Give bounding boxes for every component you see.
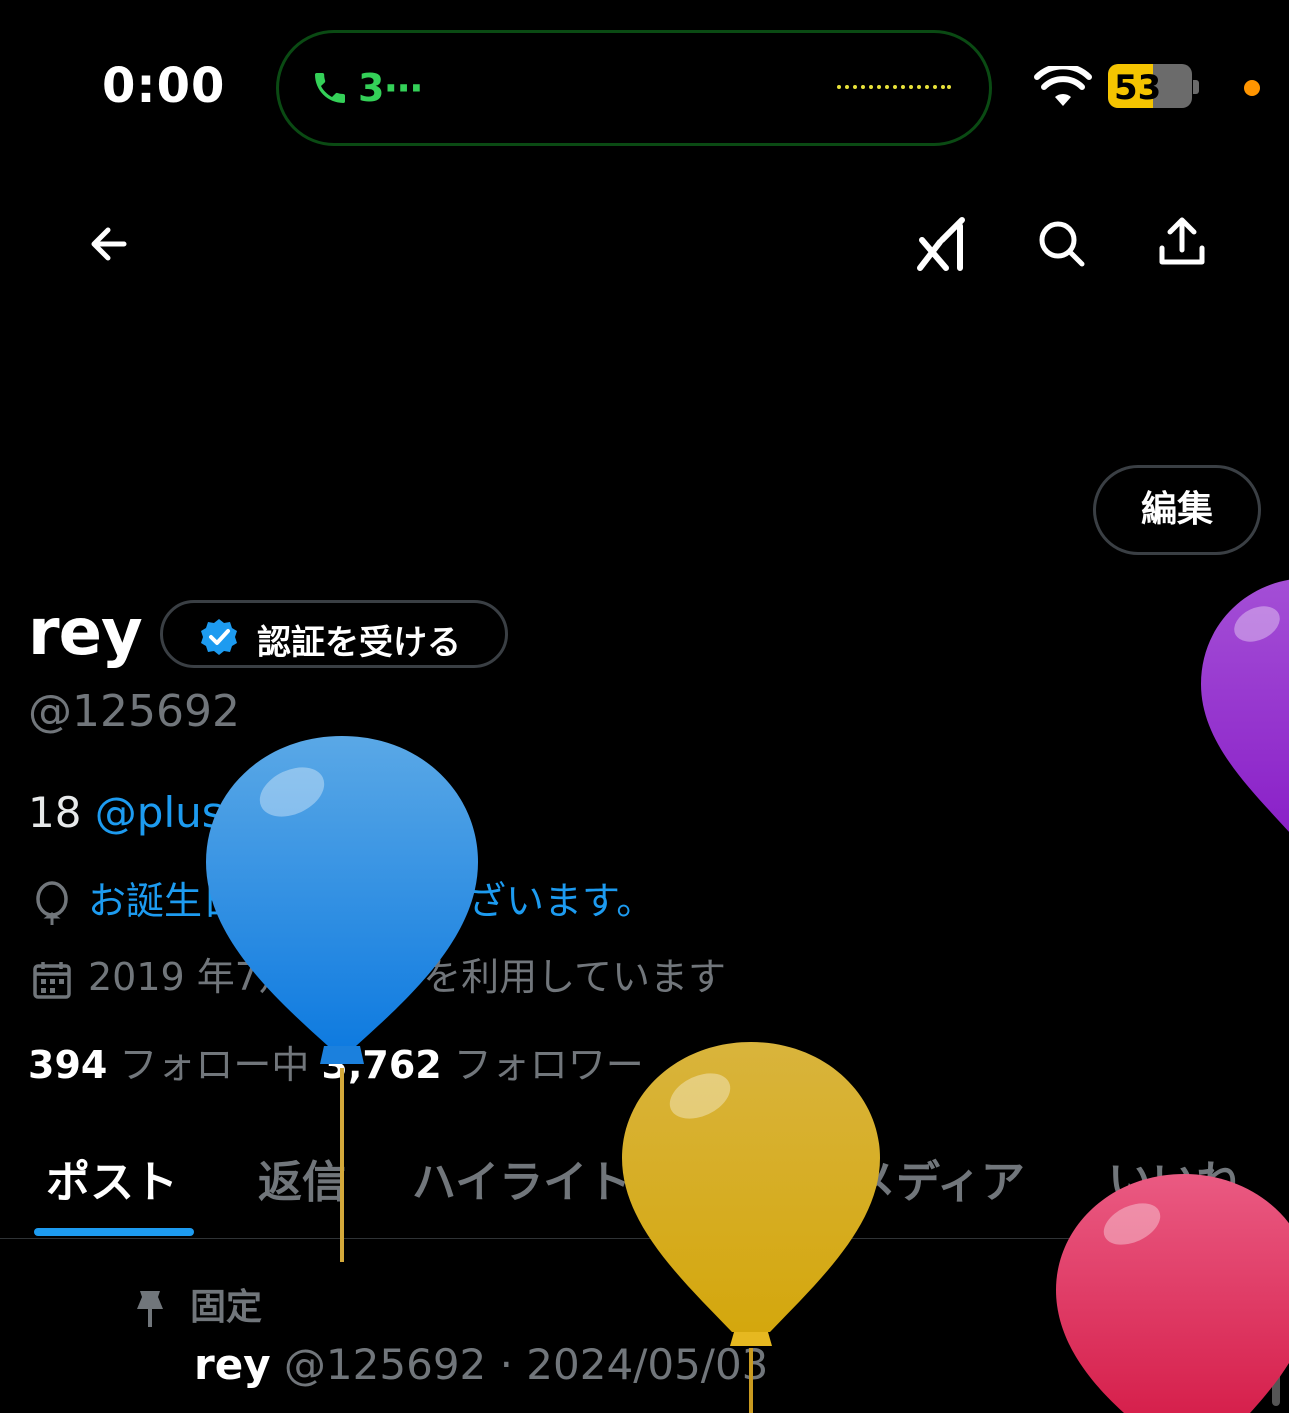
- pinned-label-row: 固定: [132, 1278, 262, 1330]
- tab-posts[interactable]: ポスト: [46, 1146, 178, 1210]
- profile-name: rey: [28, 596, 143, 670]
- active-tab-indicator: [34, 1228, 194, 1236]
- get-verified-label: 認証を受ける: [257, 623, 461, 663]
- bio-text: 18: [28, 788, 95, 837]
- yellow-balloon-decoration: [622, 1042, 880, 1413]
- pinned-label: 固定: [190, 1287, 263, 1328]
- blue-balloon-decoration: [206, 736, 478, 1262]
- battery-level: 53: [1114, 68, 1162, 108]
- pin-icon: [137, 1291, 163, 1327]
- balloon-icon: [36, 880, 68, 925]
- call-duration: 3⋯: [358, 66, 423, 110]
- audio-waveform-icon: [837, 85, 951, 89]
- get-verified-button[interactable]: 認証を受ける: [160, 600, 508, 668]
- purple-balloon-decoration: [1201, 579, 1289, 832]
- privacy-indicator-dot: [1244, 80, 1260, 96]
- grok-icon[interactable]: [912, 214, 972, 274]
- battery-nub: [1193, 80, 1199, 94]
- following-count[interactable]: 394: [28, 1043, 107, 1087]
- status-time: 0:00: [102, 58, 226, 114]
- verified-badge-icon: [201, 619, 237, 655]
- calendar-icon: [33, 961, 71, 999]
- profile-handle: @125692: [28, 686, 240, 737]
- edit-profile-button[interactable]: 編集: [1093, 465, 1261, 555]
- battery-indicator: 53: [1108, 64, 1192, 108]
- post-author-name[interactable]: rey: [194, 1340, 271, 1389]
- phone-icon: [315, 73, 345, 103]
- arrow-left-icon[interactable]: [80, 214, 140, 274]
- wifi-icon: [1034, 66, 1092, 106]
- search-icon[interactable]: [1032, 214, 1092, 274]
- share-icon[interactable]: [1152, 212, 1212, 272]
- red-balloon-decoration: [1056, 1174, 1289, 1413]
